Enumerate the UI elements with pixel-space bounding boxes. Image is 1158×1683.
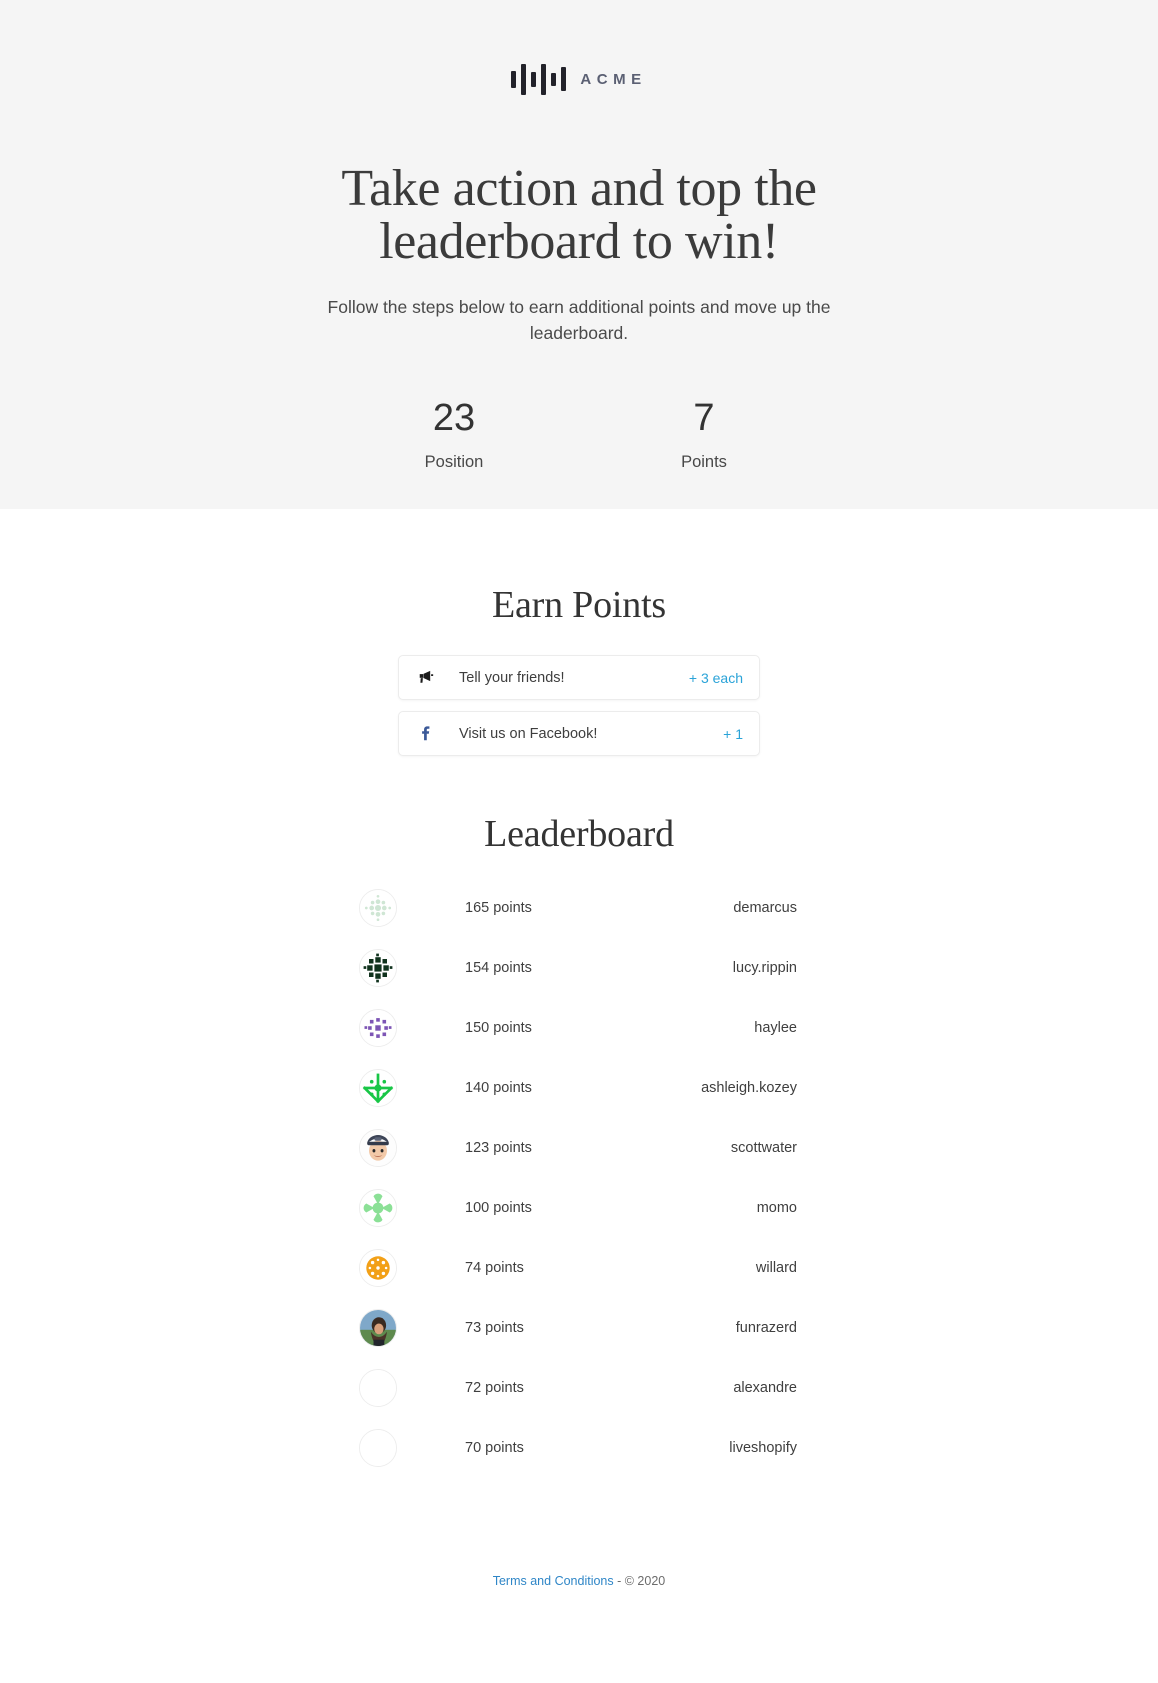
avatar: [359, 1189, 397, 1227]
action-points-value: + 3 each: [688, 669, 743, 686]
list-item-points: 73 points: [465, 1320, 524, 1336]
list-item[interactable]: 72 points alexandre: [359, 1358, 799, 1418]
list-item-name: funrazerd: [735, 1320, 797, 1336]
list-item[interactable]: 140 points ashleigh.kozey: [359, 1058, 799, 1118]
avatar: [359, 1309, 397, 1347]
avatar: [359, 1009, 397, 1047]
stat-points: 7 Points: [579, 399, 829, 472]
list-item[interactable]: 123 points scottwater: [359, 1118, 799, 1178]
action-points-value: + 1: [723, 725, 743, 742]
action-label: Tell your friends!: [459, 669, 565, 686]
copyright-text: - © 2020: [613, 1574, 666, 1588]
sound-bars-icon: [511, 63, 567, 95]
list-item-name: alexandre: [733, 1380, 797, 1396]
stat-position-label: Position: [424, 452, 484, 471]
facebook-icon: [417, 725, 439, 742]
avatar: [359, 1429, 397, 1467]
list-item-name: ashleigh.kozey: [701, 1080, 797, 1096]
list-item-points: 150 points: [465, 1020, 532, 1036]
action-label: Visit us on Facebook!: [459, 725, 598, 742]
list-item-name: scottwater: [730, 1140, 797, 1156]
leaderboard-title: Leaderboard: [484, 813, 674, 855]
list-item-name: liveshopify: [729, 1440, 797, 1456]
avatar: [359, 949, 397, 987]
list-item-points: 72 points: [465, 1380, 524, 1396]
list-item-points: 100 points: [465, 1200, 532, 1216]
list-item[interactable]: 70 points liveshopify: [359, 1418, 799, 1478]
footer: Terms and Conditions - © 2020: [0, 1478, 1158, 1610]
list-item-points: 154 points: [465, 960, 532, 976]
avatar: [359, 1369, 397, 1407]
list-item-name: momo: [756, 1200, 797, 1216]
list-item[interactable]: 100 points momo: [359, 1178, 799, 1238]
stat-points-value: 7: [693, 396, 715, 439]
avatar: [359, 1249, 397, 1287]
list-item-name: demarcus: [733, 900, 797, 916]
brand-logo[interactable]: ACME: [0, 58, 1158, 100]
list-item[interactable]: 74 points willard: [359, 1238, 799, 1298]
page-title: Take action and top the leaderboard to w…: [341, 160, 817, 271]
list-item-points: 74 points: [465, 1260, 524, 1276]
action-visit-facebook[interactable]: Visit us on Facebook! + 1: [398, 711, 760, 756]
stats-row: 23 Position 7 Points: [0, 399, 1158, 472]
earn-points-list: Tell your friends! + 3 each Visit us on …: [398, 655, 760, 756]
hero-section: ACME Take action and top the leaderboard…: [0, 0, 1158, 509]
stat-points-label: Points: [681, 452, 727, 471]
megaphone-icon: [417, 669, 439, 686]
list-item[interactable]: 165 points demarcus: [359, 878, 799, 938]
list-item-name: willard: [755, 1260, 797, 1276]
avatar: [359, 1069, 397, 1107]
stat-position: 23 Position: [329, 399, 579, 472]
brand-name: ACME: [580, 70, 647, 88]
avatar: [359, 889, 397, 927]
list-item[interactable]: 73 points funrazerd: [359, 1298, 799, 1358]
earn-points-title: Earn Points: [491, 584, 667, 626]
leaderboard-list: 165 points demarcus 154 points lucy.ripp…: [359, 878, 799, 1478]
list-item-points: 165 points: [465, 900, 532, 916]
list-item[interactable]: 154 points lucy.rippin: [359, 938, 799, 998]
list-item-name: haylee: [754, 1020, 797, 1036]
stat-position-value: 23: [432, 396, 476, 439]
list-item-points: 140 points: [465, 1080, 532, 1096]
main-content: Earn Points Tell your friends! + 3 each: [0, 509, 1158, 1610]
list-item-points: 123 points: [465, 1140, 532, 1156]
list-item-points: 70 points: [465, 1440, 524, 1456]
page-subtitle: Follow the steps below to earn additiona…: [327, 297, 831, 344]
action-tell-your-friends[interactable]: Tell your friends! + 3 each: [398, 655, 760, 700]
page-root: ACME Take action and top the leaderboard…: [0, 0, 1158, 1683]
avatar: [359, 1129, 397, 1167]
terms-and-conditions-link[interactable]: Terms and Conditions: [493, 1574, 614, 1588]
list-item-name: lucy.rippin: [732, 960, 797, 976]
list-item[interactable]: 150 points haylee: [359, 998, 799, 1058]
